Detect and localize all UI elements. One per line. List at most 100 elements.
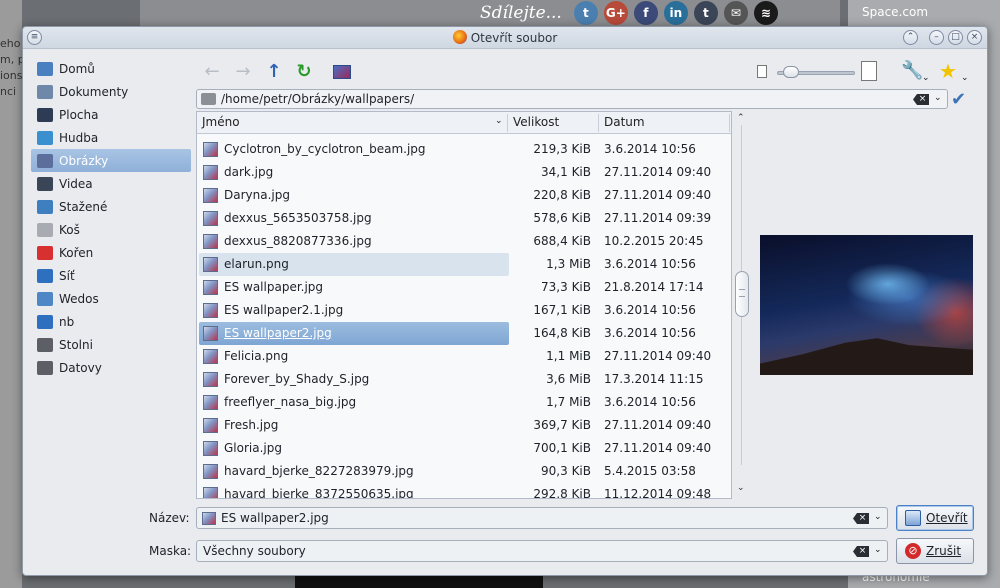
sidebar-item[interactable]: Datovy: [31, 356, 191, 379]
tumblr-icon[interactable]: t: [693, 1, 718, 25]
sidebar-item-label: Kořen: [59, 245, 94, 260]
scroll-down-icon[interactable]: ⌄: [737, 483, 745, 493]
file-row[interactable]: freeflyer_nasa_big.jpg 1,7 MiB 3.6.2014 10…: [197, 391, 731, 414]
column-separator[interactable]: [507, 114, 508, 132]
minimize-icon[interactable]: –: [929, 30, 944, 45]
parent-folder-icon[interactable]: ↑: [263, 61, 285, 83]
filter-input[interactable]: Všechny soubory: [203, 544, 306, 558]
sidebar-item[interactable]: Koš: [31, 218, 191, 241]
file-row[interactable]: dark.jpg 34,1 KiB 27.11.2014 09:40: [197, 161, 731, 184]
file-row[interactable]: ES wallpaper2.jpg 164,8 KiB 3.6.2014 10:56: [197, 322, 731, 345]
file-row[interactable]: havard_bjerke_8372550635.jpg 292,8 KiB 11.…: [197, 483, 731, 498]
filter-dropdown-icon[interactable]: ⌄: [874, 545, 882, 555]
sidebar-item[interactable]: Kořen: [31, 241, 191, 264]
file-name: Fresh.jpg: [224, 418, 279, 432]
file-row[interactable]: Fresh.jpg 369,7 KiB 27.11.2014 09:40: [197, 414, 731, 437]
sidebar-item-label: Stažené: [59, 199, 108, 214]
sidebar-item[interactable]: nb: [31, 310, 191, 333]
open-button[interactable]: Otevřít: [896, 505, 974, 531]
reload-icon[interactable]: ↻: [293, 61, 315, 83]
image-file-icon: [203, 142, 218, 157]
maximize-icon[interactable]: □: [948, 30, 963, 45]
confirm-location-icon[interactable]: ✔: [951, 89, 966, 110]
sidebar-item[interactable]: Síť: [31, 264, 191, 287]
file-row[interactable]: havard_bjerke_8227283979.jpg 90,3 KiB 5.4.…: [197, 460, 731, 483]
sidebar-item[interactable]: Videa: [31, 172, 191, 195]
sidebar-item[interactable]: Hudba: [31, 126, 191, 149]
trash-icon: [37, 222, 53, 237]
file-date: 3.6.2014 10:56: [604, 142, 696, 156]
location-bar[interactable]: /home/petr/Obrázky/wallpapers/ × ⌄: [196, 89, 948, 109]
zoom-in-icon[interactable]: [861, 61, 877, 81]
sidebar-item[interactable]: Domů: [31, 57, 191, 80]
dialog-title: Otevřít soubor: [23, 30, 987, 45]
desktop-icon: [37, 107, 53, 122]
sidebar-item-label: Dokumenty: [59, 84, 129, 99]
filename-dropdown-icon[interactable]: ⌄: [874, 512, 882, 522]
filename-field[interactable]: ES wallpaper2.jpg × ⌄: [196, 507, 888, 529]
location-input[interactable]: /home/petr/Obrázky/wallpapers/: [221, 92, 414, 106]
places-sidebar: Domů Dokumenty Plocha Hudba Obrázky Videa Staž…: [31, 57, 191, 497]
file-row[interactable]: Felicia.png 1,1 MiB 27.11.2014 09:40: [197, 345, 731, 368]
file-row[interactable]: Gloria.jpg 700,1 KiB 27.11.2014 09:40: [197, 437, 731, 460]
file-date: 27.11.2014 09:39: [604, 211, 712, 225]
file-row[interactable]: Daryna.jpg 220,8 KiB 27.11.2014 09:40: [197, 184, 731, 207]
column-date-header[interactable]: Datum: [604, 115, 645, 129]
clear-location-icon[interactable]: ×: [913, 94, 929, 105]
options-tools-icon[interactable]: 🔧: [901, 60, 923, 81]
bookmarks-star-icon[interactable]: ★: [939, 59, 957, 83]
clear-filter-icon[interactable]: ×: [853, 546, 869, 557]
close-icon[interactable]: ×: [967, 30, 982, 45]
column-name-header[interactable]: Jméno: [202, 115, 240, 129]
file-row[interactable]: elarun.png 1,3 MiB 3.6.2014 10:56: [197, 253, 731, 276]
clear-filename-icon[interactable]: ×: [853, 513, 869, 524]
column-separator[interactable]: [729, 114, 730, 132]
sidebar-item-label: Domů: [59, 61, 95, 76]
back-icon[interactable]: ←: [201, 61, 223, 83]
cancel-button[interactable]: ⊘ Zrušit: [896, 538, 974, 564]
sidebar-item[interactable]: Stolni: [31, 333, 191, 356]
google-plus-icon[interactable]: G+: [603, 1, 628, 25]
location-dropdown-icon[interactable]: ⌄: [934, 93, 942, 103]
sidebar-item-label: Obrázky: [59, 153, 109, 168]
image-file-icon: [203, 280, 218, 295]
column-separator[interactable]: [598, 114, 599, 132]
file-rows: Cyclotron_by_cyclotron_beam.jpg 219,3 KiB…: [197, 138, 731, 498]
buffer-icon[interactable]: ≋: [753, 1, 778, 25]
file-name: havard_bjerke_8227283979.jpg: [224, 464, 414, 478]
column-size-header[interactable]: Velikost: [513, 115, 559, 129]
file-size: 1,1 MiB: [546, 349, 591, 363]
filter-field[interactable]: Všechny soubory × ⌄: [196, 540, 888, 562]
twitter-icon[interactable]: t: [573, 1, 598, 25]
sidebar-item[interactable]: Obrázky: [31, 149, 191, 172]
forward-icon[interactable]: →: [232, 61, 254, 83]
zoom-out-icon[interactable]: [757, 65, 767, 78]
file-date: 3.6.2014 10:56: [604, 303, 696, 317]
sidebar-item-label: Videa: [59, 176, 93, 191]
file-row[interactable]: dexxus_5653503758.jpg 578,6 KiB 27.11.2014…: [197, 207, 731, 230]
sidebar-item[interactable]: Wedos: [31, 287, 191, 310]
file-date: 21.8.2014 17:14: [604, 280, 704, 294]
filename-input[interactable]: ES wallpaper2.jpg: [221, 511, 329, 525]
file-row[interactable]: ES wallpaper2.1.jpg 167,1 KiB 3.6.2014 10:…: [197, 299, 731, 322]
file-row[interactable]: ES wallpaper.jpg 73,3 KiB 21.8.2014 17:14: [197, 276, 731, 299]
facebook-icon[interactable]: f: [633, 1, 658, 25]
linkedin-icon[interactable]: in: [663, 1, 688, 25]
sidebar-item[interactable]: Stažené: [31, 195, 191, 218]
email-icon[interactable]: ✉: [723, 1, 748, 25]
file-row[interactable]: dexxus_8820877336.jpg 688,4 KiB 10.2.2015 …: [197, 230, 731, 253]
file-name: Felicia.png: [224, 349, 289, 363]
file-row[interactable]: Cyclotron_by_cyclotron_beam.jpg 219,3 KiB…: [197, 138, 731, 161]
toolbar: ← → ↑ ↻ 🔧 ⌄ ★ ⌄: [201, 59, 981, 85]
file-name: dexxus_5653503758.jpg: [224, 211, 372, 225]
zoom-slider-handle[interactable]: [783, 66, 800, 78]
keep-above-icon[interactable]: ⌃: [903, 30, 918, 45]
scroll-up-icon[interactable]: ⌃: [737, 113, 745, 123]
file-name: Daryna.jpg: [224, 188, 290, 202]
sidebar-item[interactable]: Dokumenty: [31, 80, 191, 103]
preview-toggle-icon[interactable]: [331, 61, 353, 83]
dialog-titlebar[interactable]: ≡ Otevřít soubor ⌃ – □ ×: [23, 27, 987, 49]
file-row[interactable]: Forever_by_Shady_S.jpg 3,6 MiB 17.3.2014 1…: [197, 368, 731, 391]
music-icon: [37, 130, 53, 145]
sidebar-item[interactable]: Plocha: [31, 103, 191, 126]
